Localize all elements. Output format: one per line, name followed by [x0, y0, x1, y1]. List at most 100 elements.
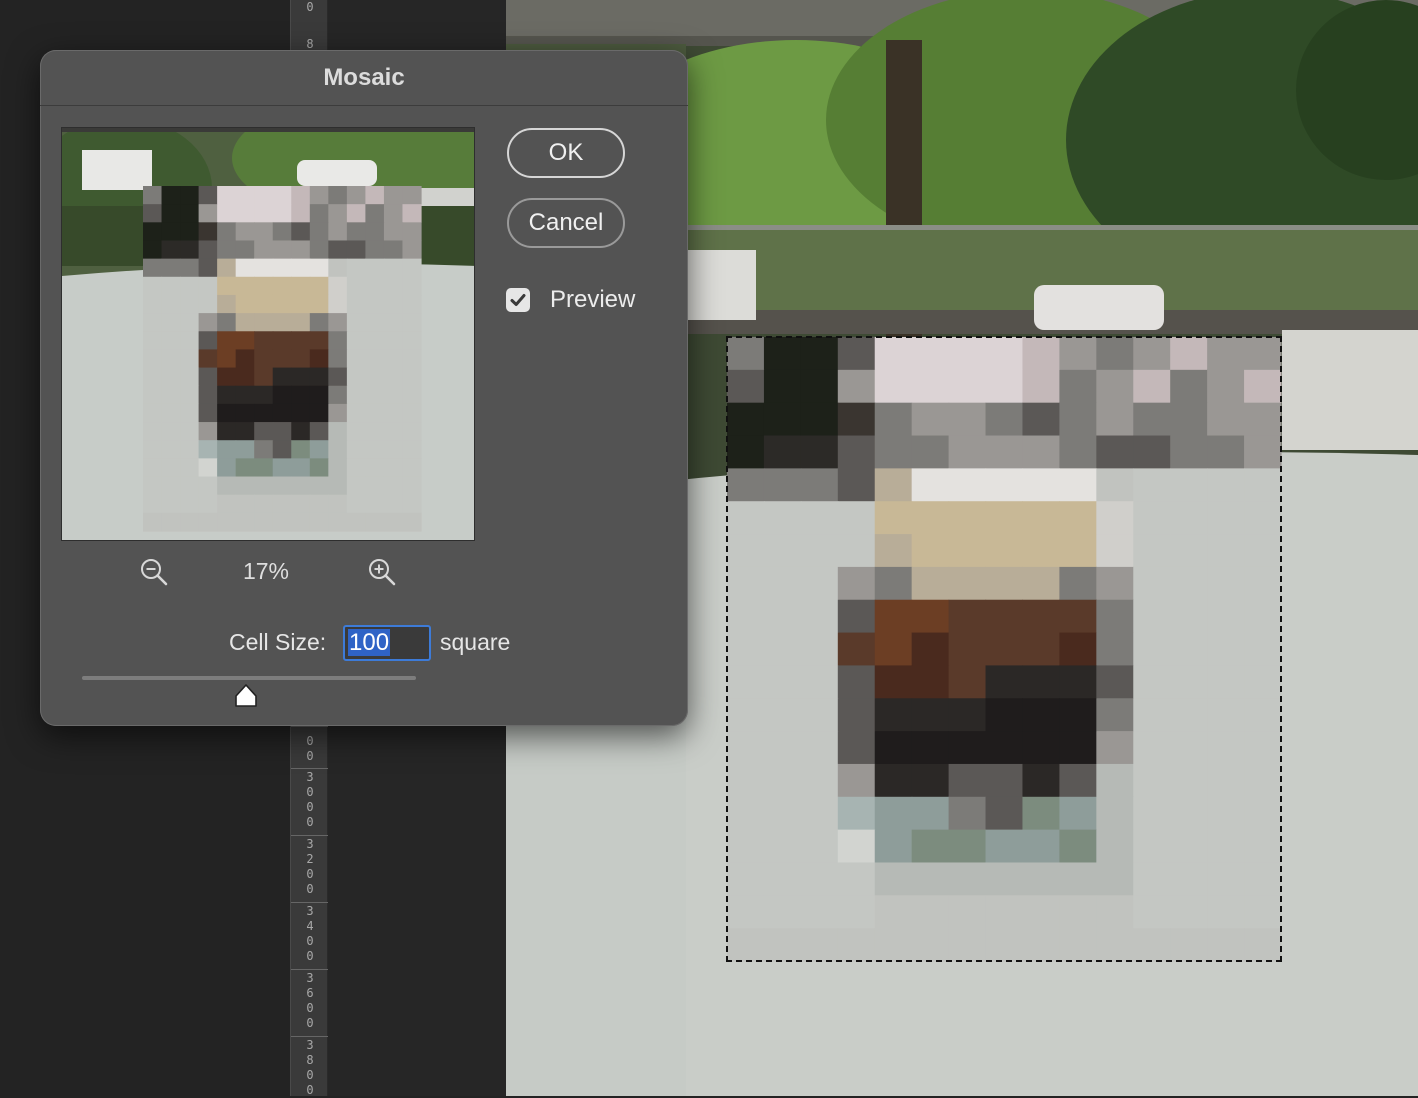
mosaic-cell [346, 258, 366, 278]
mosaic-cell [948, 928, 987, 962]
mosaic-cell [1207, 566, 1245, 601]
mosaic-cell [837, 763, 876, 798]
mosaic-cell [1207, 468, 1245, 502]
mosaic-cell [143, 331, 163, 351]
mosaic-cell [180, 403, 200, 423]
mosaic-cell [948, 435, 987, 469]
mosaic-cell [800, 369, 839, 404]
mosaic-cell [383, 186, 404, 205]
mosaic-cell [143, 294, 163, 314]
mosaic-cell [328, 367, 348, 387]
mosaic-cell [198, 494, 218, 514]
mosaic-cell [272, 204, 292, 223]
mosaic-cell [328, 294, 348, 314]
mosaic-cell [198, 240, 218, 260]
dialog-titlebar[interactable]: Mosaic [40, 50, 688, 106]
cancel-button[interactable]: Cancel [507, 198, 625, 248]
zoom-out-icon[interactable] [139, 557, 169, 587]
mosaic-cell [272, 313, 292, 332]
mosaic-cell [911, 632, 950, 667]
mosaic-cell [1096, 731, 1134, 765]
mosaic-cell [161, 403, 181, 423]
mosaic-cell [1244, 632, 1282, 667]
mosaic-cell [402, 476, 422, 496]
mosaic-cell [402, 186, 422, 205]
mosaic-cell [1170, 369, 1208, 404]
mosaic-cell [800, 862, 839, 896]
mosaic-dialog: Mosaic OK Cancel Preview 17% Cell Size: … [40, 50, 688, 726]
mosaic-cell [272, 458, 292, 478]
mosaic-cell [161, 240, 181, 260]
mosaic-cell [198, 403, 218, 423]
mosaic-cell [1244, 402, 1282, 437]
mosaic-cell [985, 402, 1024, 437]
mosaic-cell [402, 385, 422, 405]
mosaic-cell [911, 665, 950, 699]
mosaic-cell [309, 422, 329, 441]
mosaic-cell [1096, 928, 1134, 962]
mosaic-cell [800, 402, 839, 437]
mosaic-cell [837, 895, 876, 929]
ok-button[interactable]: OK [507, 128, 625, 178]
filter-preview[interactable] [61, 127, 475, 541]
mosaic-cell [254, 367, 274, 387]
mosaic-cell [1022, 534, 1060, 568]
ruler-tick [291, 902, 329, 903]
mosaic-cell [837, 731, 876, 765]
mosaic-cell [402, 294, 422, 314]
mosaic-cell [365, 458, 385, 478]
mosaic-cell [727, 862, 765, 896]
mosaic-cell [800, 763, 839, 798]
mosaic-cell [1133, 435, 1171, 469]
mosaic-cell [328, 422, 348, 441]
mosaic-cell [1059, 435, 1097, 469]
mosaic-cell [309, 313, 329, 332]
mosaic-cell [217, 349, 237, 369]
mosaic-cell [180, 422, 200, 441]
preview-checkbox-row[interactable]: Preview [506, 286, 635, 314]
preview-checkbox[interactable] [506, 288, 530, 312]
mosaic-cell [1059, 534, 1097, 568]
mosaic-cell [328, 458, 348, 478]
mosaic-cell [1022, 337, 1060, 371]
mosaic-cell [1244, 665, 1282, 699]
mosaic-cell [254, 258, 274, 278]
zoom-in-icon[interactable] [367, 557, 397, 587]
mosaic-cell [309, 240, 329, 260]
mosaic-cell [800, 731, 839, 765]
mosaic-cell [235, 422, 255, 441]
mosaic-cell [309, 222, 329, 242]
mosaic-cell [161, 422, 181, 441]
slider-thumb[interactable] [233, 682, 259, 708]
mosaic-cell [800, 895, 839, 929]
mosaic-cell [383, 494, 404, 514]
mosaic-cell [291, 494, 311, 514]
mosaic-cell [1170, 566, 1208, 601]
mosaic-cell [254, 222, 274, 242]
mosaic-cell [763, 796, 802, 831]
mosaic-cell [763, 698, 802, 732]
mosaic-cell [874, 632, 913, 667]
mosaic-cell [1244, 731, 1282, 765]
mosaic-cell [254, 349, 274, 369]
mosaic-cell [1133, 599, 1171, 634]
mosaic-cell [727, 698, 765, 732]
mosaic-cell [180, 222, 200, 242]
mosaic-cell [180, 385, 200, 405]
cell-size-input[interactable]: 100 [343, 625, 431, 661]
mosaic-cell [874, 928, 913, 962]
mosaic-cell [198, 385, 218, 405]
mosaic-cell [1207, 402, 1245, 437]
mosaic-cell [1096, 566, 1134, 601]
mosaic-cell [161, 440, 181, 459]
mosaic-cell [309, 458, 329, 478]
mosaic-cell [328, 204, 348, 223]
mosaic-cell [911, 698, 950, 732]
mosaic-cell [1244, 566, 1282, 601]
mosaic-cell [1170, 698, 1208, 732]
mosaic-cell [1022, 632, 1060, 667]
mosaic-cell [763, 928, 802, 962]
mosaic-cell [985, 435, 1024, 469]
cell-size-slider[interactable] [82, 676, 416, 680]
mosaic-cell [837, 698, 876, 732]
